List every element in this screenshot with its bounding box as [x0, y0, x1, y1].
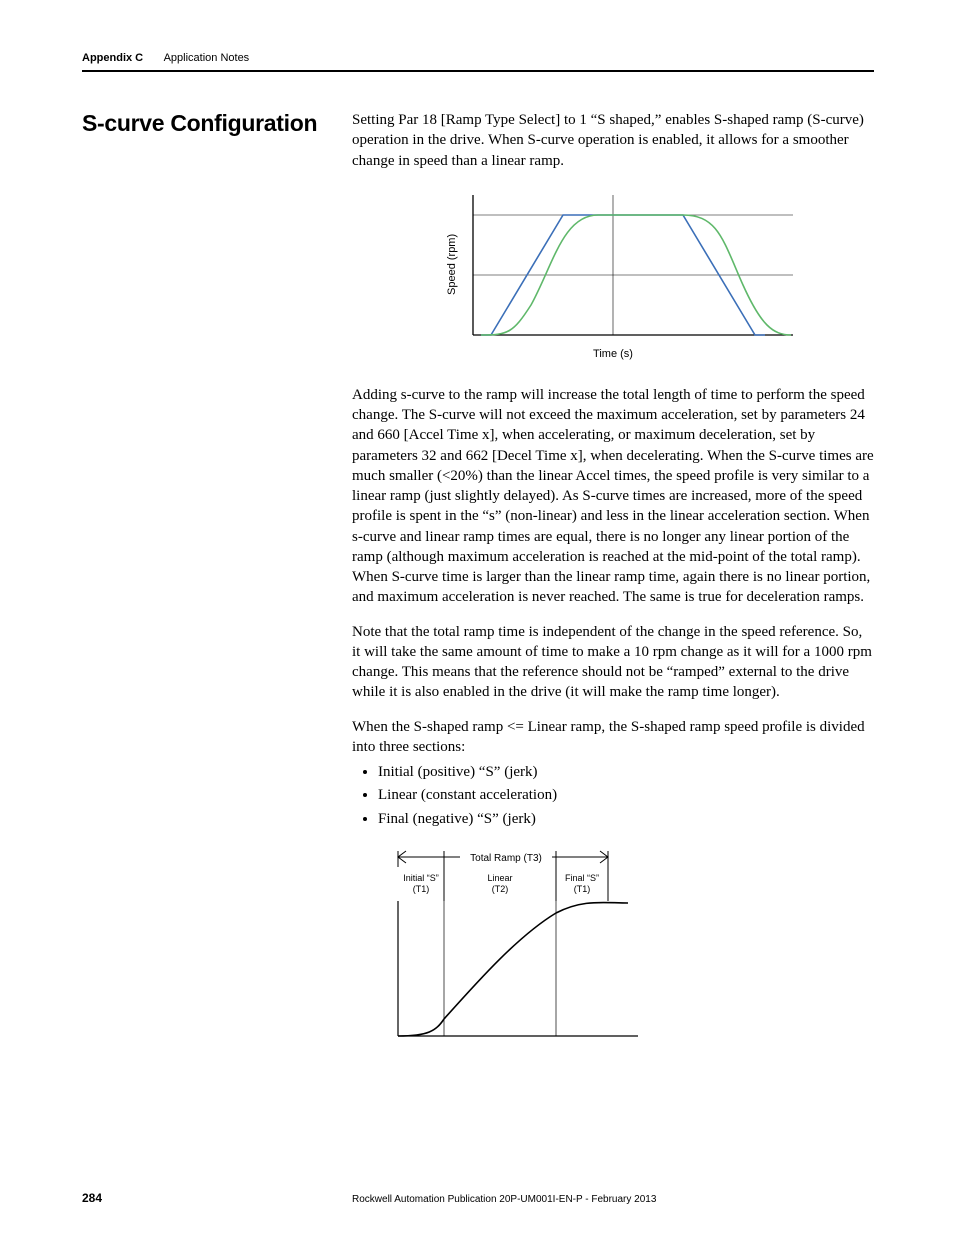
chart2-seg3-label: Final “S”	[565, 873, 599, 883]
scurve-sections-chart: Total Ramp (T3) Initial “S” (T1) Linear …	[388, 841, 658, 1041]
chart2-total-label: Total Ramp (T3)	[470, 853, 542, 864]
list-item: Linear (constant acceleration)	[378, 784, 874, 807]
chart1-ylabel: Speed (rpm)	[446, 234, 458, 295]
appendix-label: Appendix C	[82, 52, 143, 64]
bullet-list: Initial (positive) “S” (jerk) Linear (co…	[378, 761, 874, 831]
paragraph: When the S-shaped ramp <= Linear ramp, t…	[352, 717, 874, 758]
speed-time-chart: Speed (rpm) Time (s)	[413, 185, 813, 365]
running-header: Appendix C Application Notes	[82, 52, 874, 72]
chart2-seg3-sub: (T1)	[574, 884, 591, 894]
publication-info: Rockwell Automation Publication 20P-UM00…	[352, 1194, 874, 1205]
chart2-seg2-sub: (T2)	[492, 884, 509, 894]
paragraph: Setting Par 18 [Ramp Type Select] to 1 “…	[352, 110, 874, 171]
chart2-seg2-label: Linear	[487, 873, 512, 883]
chart2-seg1-sub: (T1)	[413, 884, 430, 894]
list-item: Initial (positive) “S” (jerk)	[378, 761, 874, 784]
chart1-xlabel: Time (s)	[593, 348, 633, 360]
paragraph: Adding s-curve to the ramp will increase…	[352, 385, 874, 608]
paragraph: Note that the total ramp time is indepen…	[352, 622, 874, 703]
list-item: Final (negative) “S” (jerk)	[378, 808, 874, 831]
page-number: 284	[82, 1191, 352, 1205]
chart2-seg1-label: Initial “S”	[403, 873, 439, 883]
section-title: S-curve Configuration	[82, 110, 352, 138]
page-footer: 284 Rockwell Automation Publication 20P-…	[82, 1191, 874, 1205]
chapter-label: Application Notes	[164, 52, 250, 64]
